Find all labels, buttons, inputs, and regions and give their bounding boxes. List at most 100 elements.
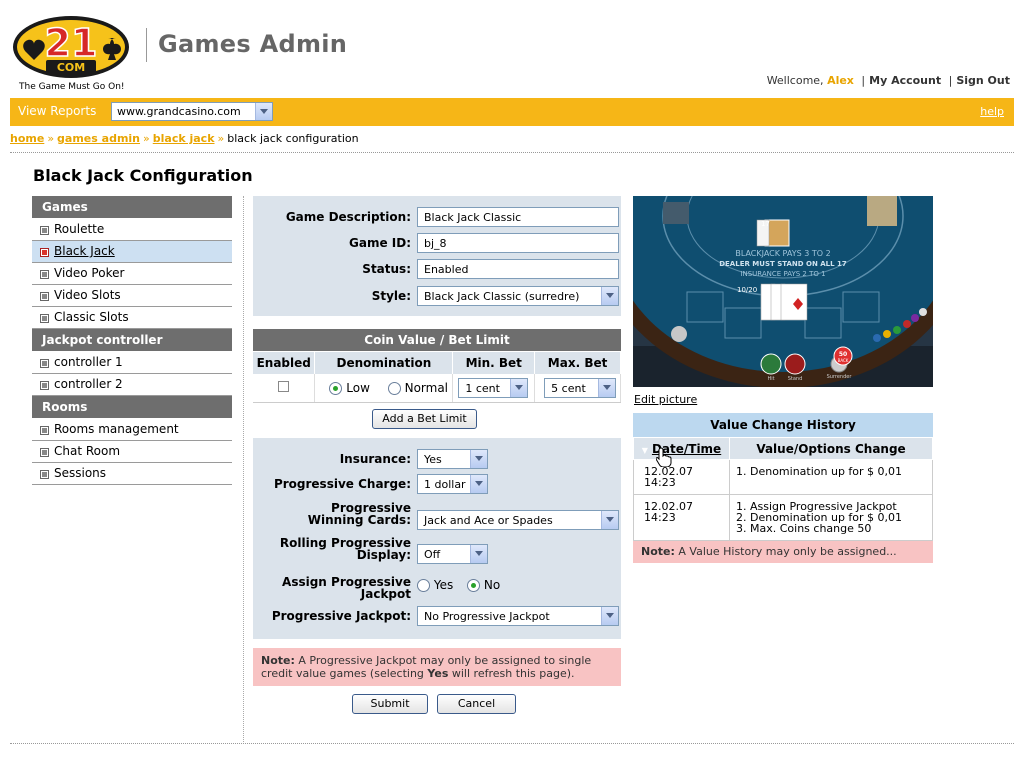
insurance-value: Yes bbox=[424, 453, 442, 466]
logo-sub: COM bbox=[57, 61, 85, 74]
surrender-label: Surrender bbox=[827, 374, 853, 380]
game-id-input[interactable]: bj_8 bbox=[417, 233, 619, 253]
site-select[interactable]: www.grandcasino.com bbox=[111, 102, 273, 121]
assign-yes-radio[interactable] bbox=[417, 579, 430, 592]
sidebar-item-black-jack[interactable]: Black Jack bbox=[32, 241, 232, 263]
hand-cursor-icon bbox=[656, 447, 672, 467]
edit-picture-link[interactable]: Edit picture bbox=[634, 393, 697, 406]
col-max-bet: Max. Bet bbox=[534, 352, 621, 374]
rolling-display-value: Off bbox=[424, 548, 441, 561]
column-divider bbox=[243, 196, 244, 742]
breadcrumb-games-admin[interactable]: games admin bbox=[57, 132, 140, 145]
assign-yes-label: Yes bbox=[433, 578, 454, 592]
assign-no-radio[interactable] bbox=[467, 579, 481, 592]
breadcrumb-current: black jack configuration bbox=[227, 132, 359, 145]
add-bet-limit-button[interactable]: Add a Bet Limit bbox=[372, 409, 477, 429]
enabled-checkbox[interactable] bbox=[278, 380, 290, 392]
stand-label: Stand bbox=[788, 376, 803, 382]
chevron-down-icon[interactable] bbox=[470, 450, 487, 468]
progressive-charge-select[interactable]: 1 dollar bbox=[417, 474, 488, 494]
status-input[interactable]: Enabled bbox=[417, 259, 619, 279]
insurance-select[interactable]: Yes bbox=[417, 449, 488, 469]
user-bar: Wellcome, Alex | My Account | Sign Out bbox=[767, 74, 1010, 87]
progressive-jackpot-select[interactable]: No Progressive Jackpot bbox=[417, 606, 619, 626]
sidebar-head-jackpot: Jackpot controller bbox=[32, 329, 232, 351]
col-value-change: Value/Options Change bbox=[729, 437, 933, 460]
assign-no-label: No bbox=[483, 578, 501, 592]
low-label: Low bbox=[346, 380, 370, 395]
sidebar-item-sessions[interactable]: Sessions bbox=[32, 463, 232, 485]
cancel-button[interactable]: Cancel bbox=[437, 694, 516, 714]
chip-label: 50 bbox=[839, 351, 847, 358]
logo-number: 21 bbox=[45, 21, 98, 65]
history-date: 12.02.07 14:23 bbox=[633, 459, 730, 495]
sidebar-head-games: Games bbox=[32, 196, 232, 218]
header-divider bbox=[146, 28, 147, 62]
table-row: Low Normal 1 cent 5 cent bbox=[253, 374, 621, 403]
sidebar-item-classic-slots[interactable]: Classic Slots bbox=[32, 307, 232, 329]
style-select[interactable]: Black Jack Classic (surredre) bbox=[417, 286, 619, 306]
max-bet-value: 5 cent bbox=[551, 382, 586, 395]
my-account-link[interactable]: My Account bbox=[869, 74, 941, 87]
tagline: The Game Must Go On! bbox=[19, 82, 125, 92]
username: Alex bbox=[827, 74, 854, 87]
coin-value-header: Coin Value / Bet Limit bbox=[253, 329, 621, 351]
sidebar-item-rooms-management[interactable]: Rooms management bbox=[32, 419, 232, 441]
breadcrumb: home» games admin» black jack» black jack c… bbox=[10, 132, 359, 145]
winning-cards-select[interactable]: Jack and Ace or Spades bbox=[417, 510, 619, 530]
app-title: Games Admin bbox=[158, 30, 348, 58]
chevron-down-icon[interactable] bbox=[255, 103, 272, 120]
dealer-total: 17 bbox=[761, 220, 770, 228]
divider-bottom bbox=[10, 743, 1014, 744]
breadcrumb-black-jack[interactable]: black jack bbox=[153, 132, 215, 145]
page-title: Black Jack Configuration bbox=[33, 166, 253, 185]
sidebar-item-controller-1[interactable]: controller 1 bbox=[32, 352, 232, 374]
breadcrumb-separator: » bbox=[143, 132, 150, 145]
progressive-charge-label: Progressive Charge: bbox=[273, 477, 411, 491]
col-enabled: Enabled bbox=[253, 352, 316, 374]
history-table: ▼ Date/Time Value/Options Change 12.02.07… bbox=[633, 437, 933, 541]
hit-label: Hit bbox=[767, 376, 774, 382]
sign-out-link[interactable]: Sign Out bbox=[956, 74, 1010, 87]
breadcrumb-separator: » bbox=[217, 132, 225, 145]
chevron-down-icon[interactable] bbox=[601, 607, 618, 625]
winning-cards-value: Jack and Ace or Spades bbox=[424, 514, 553, 527]
sidebar-item-video-slots[interactable]: Video Slots bbox=[32, 285, 232, 307]
normal-radio[interactable] bbox=[387, 381, 401, 395]
table-banner: BLACKJACK PAYS 3 TO 2 bbox=[735, 249, 830, 258]
view-reports-label[interactable]: View Reports bbox=[18, 104, 96, 118]
sidebar-item-chat-room[interactable]: Chat Room bbox=[32, 441, 232, 463]
chevron-down-icon[interactable] bbox=[510, 379, 528, 397]
col-date-time[interactable]: ▼ Date/Time bbox=[633, 437, 730, 460]
chevron-down-icon[interactable] bbox=[470, 545, 487, 563]
chevron-down-icon[interactable] bbox=[598, 379, 616, 397]
chevron-down-icon[interactable] bbox=[470, 475, 487, 493]
rolling-display-select[interactable]: Off bbox=[417, 544, 488, 564]
low-radio[interactable] bbox=[329, 381, 343, 395]
status-label: Status: bbox=[362, 262, 411, 276]
progressive-note: Note: A Progressive Jackpot may only be … bbox=[253, 648, 621, 686]
21com-logo: 21 COM bbox=[13, 16, 129, 78]
min-bet-select[interactable]: 1 cent bbox=[458, 378, 529, 398]
sidebar: Games Roulette Black Jack Video Poker Vi… bbox=[32, 196, 232, 485]
progressive-panel: Insurance: Yes Progressive Charge: 1 dol… bbox=[253, 438, 621, 639]
help-link[interactable]: help bbox=[980, 105, 1004, 118]
submit-button[interactable]: Submit bbox=[352, 694, 428, 714]
style-select-value: Black Jack Classic (surredre) bbox=[424, 290, 580, 303]
sidebar-item-video-poker[interactable]: Video Poker bbox=[32, 263, 232, 285]
chevron-down-icon[interactable] bbox=[601, 287, 618, 305]
assign-jackpot-radios: Yes No bbox=[417, 578, 500, 592]
max-bet-select[interactable]: 5 cent bbox=[544, 378, 617, 398]
game-description-input[interactable]: Black Jack Classic bbox=[417, 207, 619, 227]
insurance-label: Insurance: bbox=[339, 452, 411, 466]
game-info-panel: Game Description: Black Jack Classic Gam… bbox=[253, 196, 621, 316]
chevron-down-icon[interactable] bbox=[601, 511, 618, 529]
table-rule: DEALER MUST STAND ON ALL 17 bbox=[719, 260, 847, 268]
sidebar-item-roulette[interactable]: Roulette bbox=[32, 219, 232, 241]
separator: | bbox=[861, 74, 866, 87]
table-row: 12.02.07 14:23 1. Assign Progressive Jac… bbox=[633, 494, 933, 541]
divider-top bbox=[10, 152, 1014, 153]
breadcrumb-home[interactable]: home bbox=[10, 132, 44, 145]
sidebar-item-controller-2[interactable]: controller 2 bbox=[32, 374, 232, 396]
winning-cards-label: Progressive Winning Cards: bbox=[307, 501, 411, 527]
